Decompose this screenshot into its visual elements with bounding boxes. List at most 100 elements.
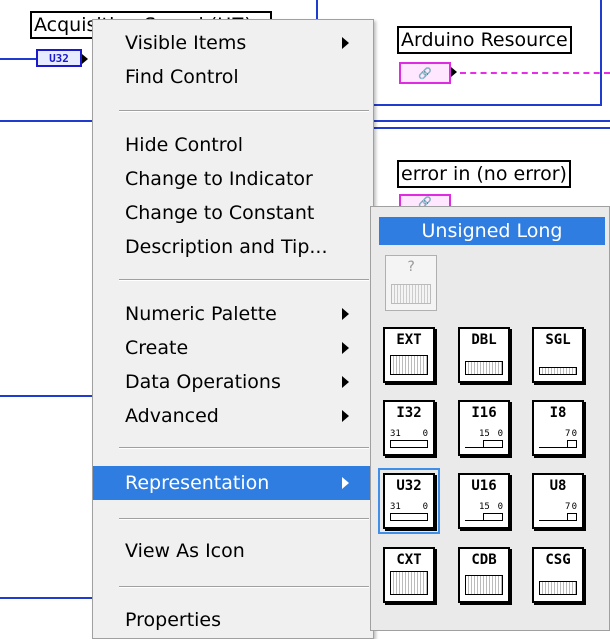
resource-terminal-icon: 🔗 [418,66,432,80]
bit-high-label: 15 [479,502,490,512]
rep-button-cdb[interactable]: CDB [458,547,510,603]
integer-bits-icon: 15 0 [465,502,503,521]
integer-bits-icon: 31 0 [390,429,428,448]
menu-separator [119,586,369,588]
float-icon [465,361,503,375]
rep-button-label: U16 [471,478,497,494]
arduino-resource-terminal[interactable]: 🔗 [399,62,457,84]
menu-item-create[interactable]: Create [93,331,373,365]
menu-item-change-to-indicator[interactable]: Change to Indicator [93,162,373,196]
rep-button-label: SGL [545,332,571,348]
menu-item-label: Find Control [125,66,239,88]
menu-item-label: Hide Control [125,134,244,156]
menu-item-label: Representation [125,472,270,494]
menu-item-label: Numeric Palette [125,303,277,325]
menu-item-label: Visible Items [125,32,247,54]
rep-button-u16[interactable]: U16 15 0 [458,473,510,529]
rep-button-i16[interactable]: I16 15 0 [458,400,510,456]
menu-item-label: Advanced [125,405,219,427]
integer-bits-icon: 31 0 [390,502,428,521]
bit-bar [483,440,503,447]
submenu-arrow-icon [342,342,349,354]
menu-item-numeric-palette[interactable]: Numeric Palette [93,297,373,331]
acquisition-speed-terminal[interactable]: U32 [36,49,88,67]
menu-item-find-control[interactable]: Find Control [93,60,373,94]
numeric-wire[interactable] [374,120,610,122]
menu-item-properties[interactable]: Properties [93,603,373,637]
numeric-wire[interactable] [0,58,36,60]
palette-title: Unsigned Long [379,217,605,245]
unknown-type-button: ? [385,255,437,311]
submenu-arrow-icon [342,308,349,320]
error-in-label[interactable]: error in (no error) [397,160,571,188]
menu-item-visible-items[interactable]: Visible Items [93,26,373,60]
terminal-arrow-icon [451,67,457,77]
menu-item-label: Properties [125,609,222,631]
bit-bar [390,440,428,447]
bit-low-label: 0 [571,502,577,512]
numeric-wire[interactable] [374,127,610,129]
rep-button-label: CXT [396,552,422,568]
bit-high-label: 31 [390,429,401,439]
rep-button-i32[interactable]: I32 31 0 [383,400,435,456]
float-icon [390,355,428,375]
menu-separator [119,447,369,449]
rep-button-i8[interactable]: I8 7 0 [532,400,584,456]
resource-wire[interactable] [460,72,610,74]
bit-bar [483,513,503,520]
bit-high-label: 7 [565,429,571,439]
submenu-arrow-icon [342,37,349,49]
u32-terminal-label: U32 [49,51,69,65]
arduino-resource-label[interactable]: Arduino Resource [397,26,572,54]
menu-item-view-as-icon[interactable]: View As Icon [93,534,373,568]
menu-item-label: Data Operations [125,371,281,393]
complex-icon [539,581,577,595]
rep-button-label: U32 [396,478,422,494]
bit-low-label: 0 [571,429,577,439]
bit-high-label: 15 [479,429,490,439]
menu-item-data-operations[interactable]: Data Operations [93,365,373,399]
numeric-wire[interactable] [374,104,602,106]
menu-item-hide-control[interactable]: Hide Control [93,128,373,162]
numeric-wire-vertical[interactable] [600,0,602,104]
rep-button-label: U8 [549,478,567,494]
rep-button-u32[interactable]: U32 31 0 [378,468,440,534]
rep-button-sgl[interactable]: SGL [532,327,584,383]
question-icon: ? [406,259,416,275]
rep-button-cxt[interactable]: CXT [383,547,435,603]
bit-low-label: 0 [497,502,503,512]
submenu-arrow-icon [342,477,349,489]
representation-palette: Unsigned Long ? EXT DBL SGL I32 31 0 I16… [370,206,610,631]
menu-item-label: View As Icon [125,540,245,562]
rep-button-ext[interactable]: EXT [383,327,435,383]
bit-bar [567,440,577,447]
bit-high-label: 31 [390,502,401,512]
complex-icon [390,571,428,595]
menu-item-label: Change to Constant [125,202,315,224]
rep-button-label: I8 [549,405,567,421]
integer-bits-icon: 7 0 [539,429,577,448]
menu-item-representation[interactable]: Representation [93,466,373,500]
menu-item-description-and-tip[interactable]: Description and Tip... [93,230,373,264]
bit-high-label: 7 [565,502,571,512]
menu-separator [119,279,369,281]
numeric-wire[interactable] [0,120,92,122]
numeric-wire[interactable] [0,597,92,599]
rep-button-dbl[interactable]: DBL [458,327,510,383]
context-menu: Visible Items Find Control Hide Control … [92,19,374,639]
menu-item-advanced[interactable]: Advanced [93,399,373,433]
numeric-wire[interactable] [0,395,92,397]
menu-item-label: Change to Indicator [125,168,313,190]
terminal-arrow-icon [82,54,88,64]
rep-button-label: DBL [471,332,497,348]
integer-bits-icon: 15 0 [465,429,503,448]
rep-button-csg[interactable]: CSG [532,547,584,603]
bit-bar [390,513,428,520]
menu-item-change-to-constant[interactable]: Change to Constant [93,196,373,230]
rep-button-label: I32 [396,405,422,421]
complex-icon [465,575,503,595]
integer-bits-icon: 7 0 [539,502,577,521]
rep-button-u8[interactable]: U8 7 0 [532,473,584,529]
grid-icon [391,284,431,304]
rep-button-label: EXT [396,332,422,348]
